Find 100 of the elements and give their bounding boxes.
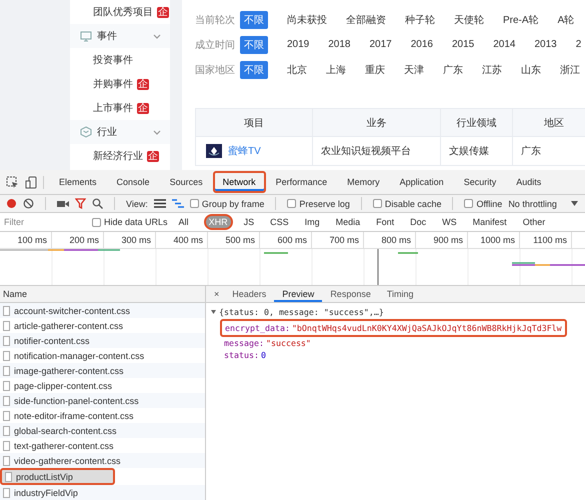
filter-icon[interactable] [75, 198, 86, 209]
hexagon-icon [80, 126, 92, 138]
filter-option[interactable]: 2016 [410, 37, 433, 52]
time-tick: 400 ms [173, 235, 203, 245]
filter-option[interactable]: 北京 [287, 60, 307, 78]
json-property: status: 0 [223, 349, 266, 362]
filter-option[interactable]: 不限 [240, 10, 268, 28]
panel-tab[interactable]: Audits [506, 171, 552, 193]
sidebar-item[interactable]: 并购事件 [93, 77, 133, 91]
panel-tab[interactable]: Elements [49, 171, 107, 193]
expand-triangle-icon[interactable] [210, 309, 217, 316]
sidebar-item[interactable]: 投资事件 [93, 53, 133, 67]
inspect-icon[interactable] [6, 176, 19, 188]
badge: 企 [157, 6, 169, 18]
filter-option[interactable]: 种子轮 [405, 10, 435, 28]
time-tick: 1000 ms [480, 235, 515, 245]
object-summary: {status: 0, message: "success",…} [219, 307, 384, 318]
checkbox[interactable]: Preserve log [287, 198, 350, 208]
type-filter[interactable]: CSS [265, 214, 294, 230]
type-filter[interactable]: Doc [405, 214, 432, 230]
panel-tab[interactable]: Security [454, 171, 506, 193]
request-row[interactable]: global-search-content.css [0, 423, 205, 438]
time-tick: 200 ms [69, 235, 99, 245]
filter-option[interactable]: 浙江 [560, 60, 580, 78]
request-row[interactable]: page-clipper-content.css [0, 378, 205, 393]
column-header: 行业领域 [456, 118, 496, 128]
request-row[interactable]: side-function-panel-content.css [0, 393, 205, 408]
filter-option[interactable]: 2013 [534, 37, 557, 52]
panel-tab[interactable]: Application [390, 171, 454, 193]
sidebar-item[interactable]: 新经济行业 [93, 149, 143, 163]
record-icon[interactable] [6, 198, 17, 209]
type-filter[interactable]: All [174, 214, 194, 230]
request-row[interactable]: notification-manager-content.css [0, 348, 205, 363]
filter-option[interactable]: Pre-A轮 [503, 10, 539, 28]
request-row[interactable]: productListVip [0, 468, 115, 485]
request-row[interactable]: image-gatherer-content.css [0, 363, 205, 378]
detail-tab[interactable]: Response [322, 286, 379, 302]
panel-tab[interactable]: Performance [266, 171, 338, 193]
request-row[interactable]: account-switcher-content.css [0, 303, 205, 318]
filter-option[interactable]: 2 [576, 37, 582, 52]
request-row[interactable]: article-gatherer-content.css [0, 318, 205, 333]
request-row[interactable]: notifier-content.css [0, 333, 205, 348]
filter-option[interactable]: A轮 [558, 10, 574, 28]
filter-option[interactable]: 全部融资 [346, 10, 386, 28]
filter-option[interactable]: 2015 [452, 37, 474, 52]
filter-option[interactable]: 不限 [240, 60, 268, 78]
panel-tab[interactable]: Sources [160, 171, 213, 193]
filter-option[interactable]: 天津 [404, 60, 424, 78]
detail-tab[interactable]: Preview [274, 286, 322, 302]
detail-tab[interactable]: Headers [224, 286, 274, 302]
filter-option[interactable]: 2018 [328, 37, 350, 52]
json-property: message: "success" [223, 336, 311, 349]
type-filter[interactable]: Media [330, 214, 366, 230]
checkbox[interactable]: Group by frame [190, 198, 264, 208]
time-tick: 800 ms [381, 235, 411, 245]
badge: 企 [147, 150, 159, 162]
throttling-dropdown[interactable]: No throttling [508, 198, 578, 208]
device-icon[interactable] [25, 176, 38, 188]
sidebar-item[interactable]: 上市事件 [93, 101, 133, 115]
column-header: 地区 [544, 118, 564, 128]
type-filter[interactable]: Font [371, 214, 400, 230]
filter-option[interactable]: 山东 [521, 60, 541, 78]
type-filter[interactable]: WS [437, 214, 462, 230]
camera-icon[interactable] [57, 198, 69, 208]
filter-option[interactable]: 2014 [493, 37, 516, 52]
close-button[interactable]: × [209, 289, 224, 299]
sidebar-item[interactable]: 团队优秀项目 [93, 5, 153, 19]
panel-tab[interactable]: Network [212, 171, 266, 193]
checkbox[interactable]: Offline [464, 198, 502, 208]
type-filter[interactable]: Other [518, 214, 550, 230]
filter-option[interactable]: 尚未获投 [287, 10, 327, 28]
request-row[interactable]: video-gatherer-content.css [0, 453, 205, 468]
search-icon[interactable] [92, 198, 103, 209]
filter-option[interactable]: 重庆 [365, 60, 385, 78]
filter-option[interactable]: 2019 [287, 37, 310, 52]
filter-option[interactable]: 江苏 [482, 60, 502, 78]
type-filter[interactable]: Img [300, 214, 325, 230]
filter-option[interactable]: 2017 [370, 37, 392, 52]
type-filter[interactable]: Manifest [468, 214, 512, 230]
checkbox[interactable]: Hide data URLs [92, 217, 168, 227]
filter-option[interactable]: 广东 [443, 60, 463, 78]
checkbox[interactable]: Disable cache [372, 198, 442, 208]
clear-icon[interactable] [23, 198, 34, 209]
request-row[interactable]: industryFieldVip [0, 485, 205, 500]
detail-tab[interactable]: Timing [378, 286, 422, 302]
time-tick: 600 ms [277, 235, 307, 245]
panel-tab[interactable]: Memory [337, 171, 390, 193]
filter-option[interactable]: 上海 [326, 60, 346, 78]
waterfall-view-icon[interactable] [172, 199, 184, 208]
type-filter[interactable]: JS [238, 214, 260, 230]
request-row[interactable]: text-gatherer-content.css [0, 438, 205, 453]
filter-option[interactable]: 天使轮 [454, 10, 484, 28]
monitor-icon [80, 30, 92, 42]
panel-tab[interactable]: Console [106, 171, 160, 193]
request-row[interactable]: note-editor-iframe-content.css [0, 408, 205, 423]
column-header: Name [3, 289, 28, 299]
list-view-icon[interactable] [154, 199, 166, 208]
filter-option[interactable]: 不限 [240, 36, 268, 54]
column-header: 项目 [244, 118, 264, 128]
project-link[interactable]: 蜜蜂TV [228, 144, 261, 158]
